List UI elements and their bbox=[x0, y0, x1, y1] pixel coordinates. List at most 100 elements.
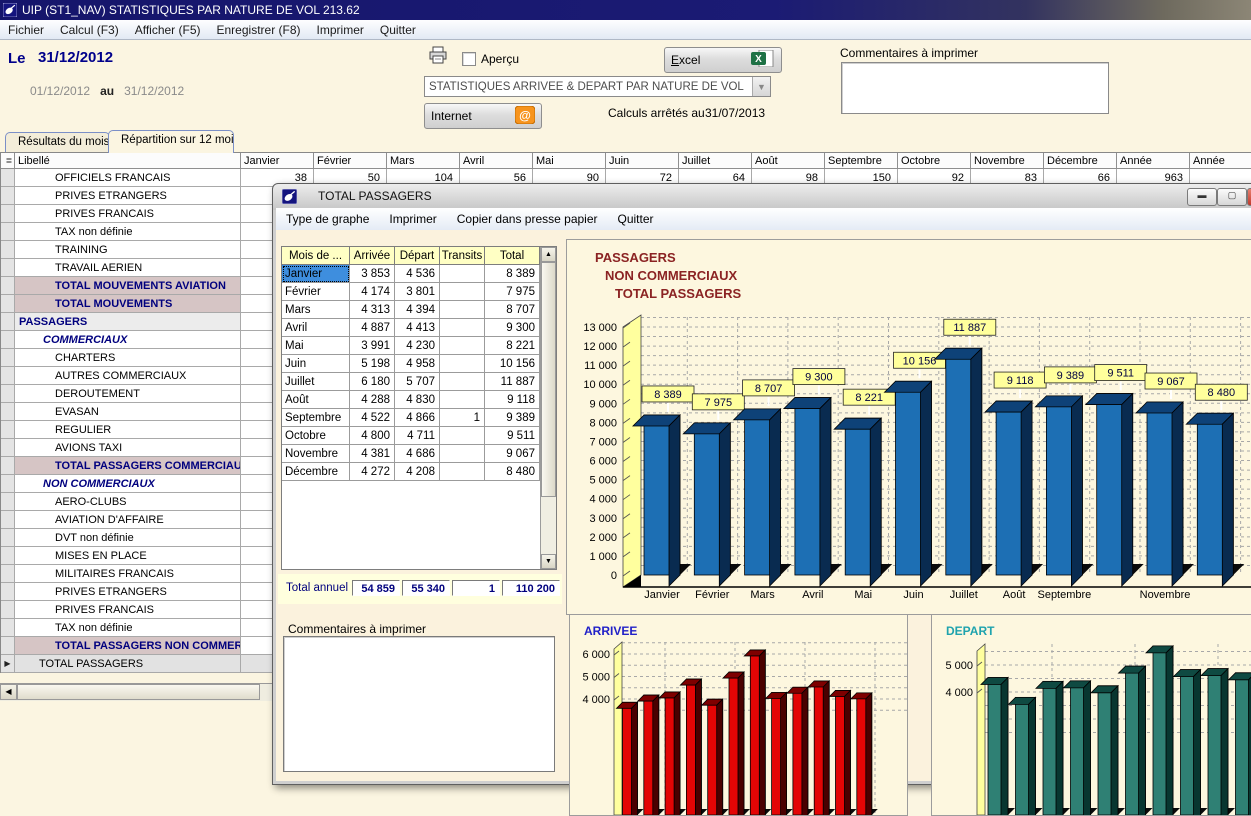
table-row[interactable]: Septembre4 5224 86619 389 bbox=[282, 409, 556, 427]
chart-title-line: TOTAL PASSAGERS bbox=[615, 286, 741, 301]
row-marker bbox=[1, 529, 15, 547]
menu-item-fichier[interactable]: Fichier bbox=[0, 21, 52, 39]
y-tick-label: 4 000 bbox=[945, 687, 973, 699]
column-header-janvier[interactable]: Janvier bbox=[241, 153, 314, 169]
cell: 4 394 bbox=[395, 301, 440, 319]
column-header-mois-de[interactable]: Mois de ... bbox=[282, 247, 350, 265]
internet-button[interactable]: Internet @ bbox=[424, 103, 542, 129]
table-row[interactable]: Juillet6 1805 70711 887 bbox=[282, 373, 556, 391]
table-row[interactable]: Février4 1743 8017 975 bbox=[282, 283, 556, 301]
row-label: EVASAN bbox=[15, 403, 241, 421]
child-titlebar[interactable]: TOTAL PASSAGERS ▬ ▢ ✕ bbox=[273, 184, 1251, 208]
row-label: TRAINING bbox=[15, 241, 241, 259]
child-menubar: Type de grapheImprimerCopier dans presse… bbox=[276, 208, 1251, 231]
column-header-f-vrier[interactable]: Février bbox=[314, 153, 387, 169]
menu-item-type-de-graphe[interactable]: Type de graphe bbox=[276, 209, 379, 229]
minimize-button[interactable]: ▬ bbox=[1187, 188, 1217, 206]
table-row[interactable]: Décembre4 2724 2088 480 bbox=[282, 463, 556, 481]
table-row[interactable]: Mai3 9914 2308 221 bbox=[282, 337, 556, 355]
column-header-octobre[interactable]: Octobre bbox=[898, 153, 971, 169]
menu-item-quitter[interactable]: Quitter bbox=[372, 21, 424, 39]
cell bbox=[440, 463, 485, 481]
row-marker bbox=[1, 241, 15, 259]
scroll-down-icon[interactable]: ▼ bbox=[541, 554, 556, 569]
table-row[interactable]: Novembre4 3814 6869 067 bbox=[282, 445, 556, 463]
tab-repartition-12-mois[interactable]: Répartition sur 12 mois bbox=[108, 130, 234, 153]
row-marker bbox=[1, 619, 15, 637]
apercu-checkbox[interactable] bbox=[462, 52, 476, 66]
bar-side-face bbox=[1071, 396, 1082, 586]
value-label: 8 389 bbox=[654, 389, 682, 401]
chart-title-line: NON COMMERCIAUX bbox=[605, 268, 737, 283]
cell: 8 480 bbox=[485, 463, 540, 481]
chevron-down-icon[interactable]: ▼ bbox=[752, 77, 770, 96]
row-label: AERO-CLUBS bbox=[15, 493, 241, 511]
value-label: 9 118 bbox=[1007, 375, 1034, 387]
child-comments-input[interactable] bbox=[283, 636, 555, 772]
column-header-transits[interactable]: Transits bbox=[440, 247, 485, 265]
row-label: MILITAIRES FRANCAIS bbox=[15, 565, 241, 583]
vscroll-thumb[interactable] bbox=[541, 262, 556, 497]
cell: 5 707 bbox=[395, 373, 440, 391]
chart-title: DEPART bbox=[946, 624, 995, 638]
column-header-total[interactable]: Total bbox=[485, 247, 540, 265]
menu-item-quitter[interactable]: Quitter bbox=[608, 209, 664, 229]
column-header-d-cembre[interactable]: Décembre bbox=[1044, 153, 1117, 169]
print-icon[interactable] bbox=[428, 46, 448, 67]
x-tick-label: Avril bbox=[802, 589, 823, 601]
column-header-mars[interactable]: Mars bbox=[387, 153, 460, 169]
close-button[interactable]: ✕ bbox=[1247, 188, 1251, 206]
column-header-avril[interactable]: Avril bbox=[460, 153, 533, 169]
y-tick-label: 12 000 bbox=[583, 341, 617, 353]
column-header-juillet[interactable]: Juillet bbox=[679, 153, 752, 169]
column-header-juin[interactable]: Juin bbox=[606, 153, 679, 169]
row-marker bbox=[1, 385, 15, 403]
bar-side-face bbox=[674, 692, 680, 815]
column-header-arriv-e[interactable]: Arrivée bbox=[350, 247, 395, 265]
scroll-up-icon[interactable]: ▲ bbox=[541, 247, 556, 262]
bar-side-face bbox=[1084, 681, 1091, 815]
menu-item-calcul-f3[interactable]: Calcul (F3) bbox=[52, 21, 127, 39]
hscroll-thumb[interactable] bbox=[17, 684, 260, 700]
main-comments-input[interactable] bbox=[841, 62, 1109, 114]
column-header-septembre[interactable]: Septembre bbox=[825, 153, 898, 169]
cell: 8 389 bbox=[485, 265, 540, 283]
bar-side-face bbox=[669, 415, 680, 586]
x-tick-label: Novembre bbox=[1140, 589, 1191, 601]
menu-item-imprimer[interactable]: Imprimer bbox=[309, 21, 372, 39]
menu-item-imprimer[interactable]: Imprimer bbox=[379, 209, 446, 229]
table-row[interactable]: Janvier3 8534 5368 389 bbox=[282, 265, 556, 283]
menu-item-copier-dans-presse-papier[interactable]: Copier dans presse papier bbox=[447, 209, 608, 229]
table-row[interactable]: Avril4 8874 4139 300 bbox=[282, 319, 556, 337]
value-label: 7 975 bbox=[705, 397, 733, 409]
table-row[interactable]: Octobre4 8004 7119 511 bbox=[282, 427, 556, 445]
axis-wall bbox=[623, 315, 641, 587]
bar-side-face bbox=[738, 672, 744, 815]
table-row[interactable]: Août4 2884 8309 118 bbox=[282, 391, 556, 409]
column-header-ann-e[interactable]: Année bbox=[1117, 153, 1190, 169]
cell bbox=[440, 391, 485, 409]
bar-side-face bbox=[802, 687, 808, 815]
scroll-left-icon[interactable]: ◀ bbox=[0, 684, 17, 700]
main-titlebar[interactable]: UIP (ST1_NAV) STATISTIQUES PAR NATURE DE… bbox=[0, 0, 1251, 20]
excel-button[interactable]: Excel X bbox=[664, 47, 782, 73]
table-row[interactable]: Juin5 1984 95810 156 bbox=[282, 355, 556, 373]
column-header-mai[interactable]: Mai bbox=[533, 153, 606, 169]
cell: 7 975 bbox=[485, 283, 540, 301]
table-vscrollbar[interactable]: ▲ ▼ bbox=[540, 247, 556, 569]
column-header-d-part[interactable]: Départ bbox=[395, 247, 440, 265]
maximize-button[interactable]: ▢ bbox=[1217, 188, 1247, 206]
column-header-ao-t[interactable]: Août bbox=[752, 153, 825, 169]
menu-item-enregistrer-f8[interactable]: Enregistrer (F8) bbox=[209, 21, 309, 39]
table-row[interactable]: Mars4 3134 3948 707 bbox=[282, 301, 556, 319]
tab-resultats-du-mois[interactable]: Résultats du mois bbox=[5, 132, 110, 153]
column-header-ann-e[interactable]: Année bbox=[1190, 153, 1251, 169]
column-header-libelle[interactable]: Libellé bbox=[15, 153, 241, 169]
row-label: AVIONS TAXI bbox=[15, 439, 241, 457]
menu-item-afficher-f5[interactable]: Afficher (F5) bbox=[127, 21, 209, 39]
row-label: TOTAL PASSAGERS NON COMMERCIAUX bbox=[15, 637, 241, 655]
report-select-value: STATISTIQUES ARRIVEE & DEPART PAR NATURE… bbox=[425, 81, 752, 93]
column-header-novembre[interactable]: Novembre bbox=[971, 153, 1044, 169]
report-select[interactable]: STATISTIQUES ARRIVEE & DEPART PAR NATURE… bbox=[424, 76, 771, 97]
row-label: PRIVES FRANCAIS bbox=[15, 205, 241, 223]
